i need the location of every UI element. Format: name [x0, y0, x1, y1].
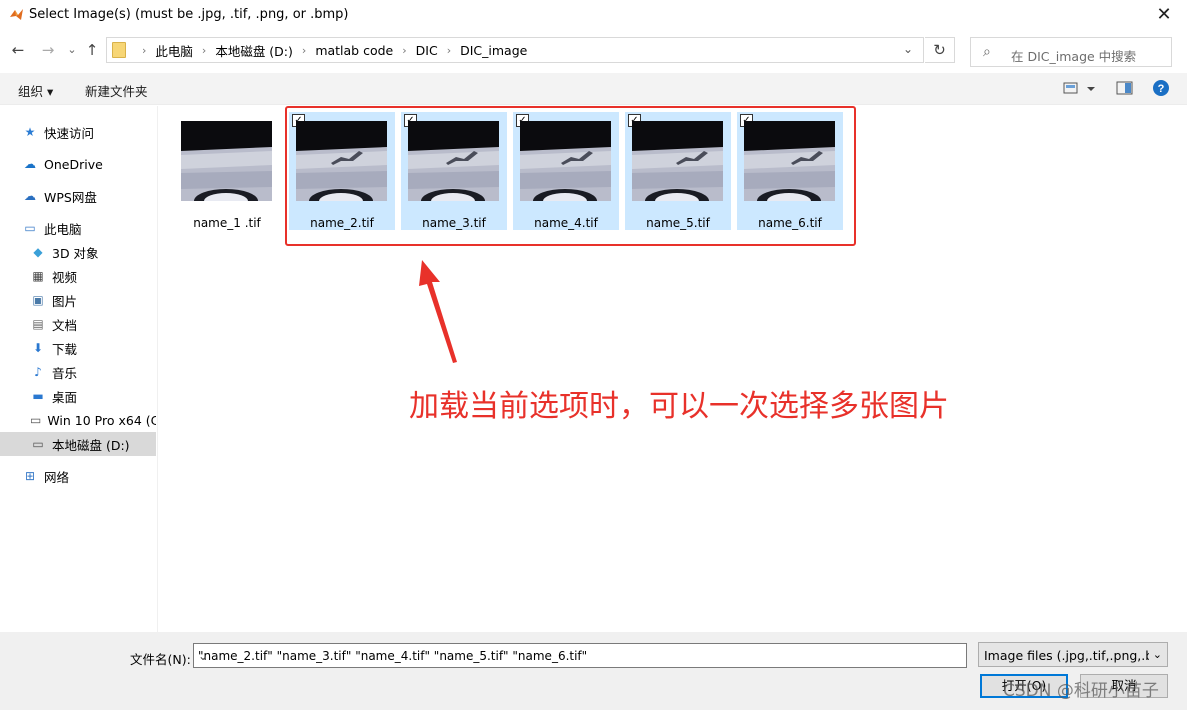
- search-icon: ⌕: [983, 44, 991, 60]
- folder-icon: [112, 42, 126, 58]
- view-options-icon[interactable]: [1062, 79, 1098, 100]
- sidebar-item-drive-d[interactable]: ▭ 本地磁盘 (D:): [0, 432, 156, 456]
- new-folder-button[interactable]: 新建文件夹: [85, 81, 148, 100]
- download-icon: ⬇: [32, 341, 44, 355]
- chevron-right-icon: ›: [402, 43, 407, 57]
- svg-text:?: ?: [1158, 83, 1165, 95]
- title-bar: Select Image(s) (must be .jpg, .tif, .pn…: [0, 0, 1187, 30]
- chevron-right-icon: ›: [142, 43, 147, 57]
- file-item[interactable]: name_1 .tif: [174, 112, 280, 230]
- file-type-value: Image files (.jpg,.tif,.png,.bm: [984, 648, 1149, 663]
- sidebar-item-label: Win 10 Pro x64 (C: [47, 412, 156, 428]
- picture-icon: ▣: [32, 293, 44, 307]
- organize-menu[interactable]: 组织 ▾: [18, 81, 53, 100]
- sidebar-item-quick-access[interactable]: ★ 快速访问: [22, 120, 178, 144]
- sidebar-item-label: 文档: [52, 317, 78, 333]
- recent-locations-icon[interactable]: ⌄: [62, 40, 82, 60]
- cube-icon: ◆: [33, 245, 43, 259]
- document-icon: ▤: [32, 317, 44, 331]
- refresh-icon[interactable]: ↻: [925, 37, 955, 63]
- watermark: CSDN @科研小苗子: [1003, 681, 1159, 701]
- sidebar-item-label: OneDrive: [44, 156, 103, 172]
- sidebar-item-label: 音乐: [52, 365, 78, 381]
- sidebar-item-wps[interactable]: ☁ WPS网盘: [22, 184, 178, 208]
- music-icon: ♪: [34, 365, 42, 379]
- desktop-icon: ▬: [32, 389, 44, 403]
- sidebar-item-label: 本地磁盘 (D:): [52, 437, 130, 453]
- cloud-icon: ☁: [24, 157, 36, 171]
- filename-input[interactable]: "name_2.tif" "name_3.tif" "name_4.tif" "…: [193, 643, 967, 668]
- file-name-label: name_1 .tif: [193, 216, 261, 230]
- arrow-icon: [419, 260, 457, 363]
- selection-highlight-box: [285, 106, 856, 246]
- computer-icon: ▭: [24, 221, 36, 235]
- sidebar-item-this-pc[interactable]: ▭ 此电脑: [22, 216, 178, 240]
- close-button[interactable]: ✕: [1141, 0, 1187, 30]
- command-bar: 组织 ▾ 新建文件夹 ?: [0, 73, 1187, 105]
- navigation-bar: ← → ⌄ ↑ › 此电脑 › 本地磁盘 (D:) › matlab code …: [0, 34, 1187, 67]
- sidebar-item-label: WPS网盘: [44, 189, 97, 205]
- sidebar-item-label: 桌面: [52, 389, 78, 405]
- chevron-right-icon: ›: [201, 43, 207, 57]
- breadcrumb-item[interactable]: DIC_image: [460, 43, 527, 58]
- matlab-icon: [10, 9, 23, 20]
- sidebar-item-label: 下载: [52, 341, 78, 357]
- image-thumbnail: [181, 121, 272, 213]
- sidebar-item-label: 网络: [44, 469, 70, 485]
- chevron-right-icon: ›: [446, 43, 452, 57]
- forward-icon[interactable]: →: [38, 40, 58, 60]
- chevron-right-icon: ›: [301, 43, 307, 57]
- chevron-down-icon: ⌄: [1152, 648, 1162, 661]
- help-icon[interactable]: ?: [1152, 79, 1170, 100]
- back-icon[interactable]: ←: [8, 40, 28, 60]
- film-icon: ▦: [32, 269, 44, 283]
- navigation-pane: ★ 快速访问 ☁ OneDrive ☁ WPS网盘 ▭ 此电脑 ◆ 3D 对象 …: [0, 106, 158, 632]
- sidebar-item-drive-c[interactable]: ▭ Win 10 Pro x64 (C: [30, 408, 156, 432]
- sidebar-item-label: 此电脑: [44, 221, 82, 237]
- breadcrumb-item[interactable]: 本地磁盘 (D:): [215, 41, 293, 60]
- annotation-text: 加载当前选项时，可以一次选择多张图片: [409, 389, 949, 424]
- file-type-select[interactable]: Image files (.jpg,.tif,.png,.bm ⌄: [978, 642, 1168, 667]
- chevron-down-icon[interactable]: ⌄: [198, 649, 960, 663]
- preview-pane-icon[interactable]: [1116, 79, 1134, 100]
- drive-icon: ▭: [32, 437, 44, 451]
- sidebar-item-onedrive[interactable]: ☁ OneDrive: [22, 152, 178, 176]
- breadcrumb: › 此电脑 › 本地磁盘 (D:) › matlab code › DIC › …: [133, 38, 527, 62]
- filename-label: 文件名(N):: [130, 652, 191, 667]
- window-title: Select Image(s) (must be .jpg, .tif, .pn…: [29, 7, 349, 22]
- search-input[interactable]: ⌕ 在 DIC_image 中搜索: [970, 37, 1172, 67]
- sidebar-item-label: 图片: [52, 293, 78, 309]
- search-placeholder: 在 DIC_image 中搜索: [1011, 49, 1137, 64]
- sidebar-item-label: 3D 对象: [52, 245, 99, 261]
- sidebar-item-label: 快速访问: [44, 125, 95, 141]
- up-icon[interactable]: ↑: [82, 40, 102, 60]
- breadcrumb-item[interactable]: 此电脑: [155, 41, 193, 60]
- cloud-icon: ☁: [24, 189, 36, 203]
- sidebar-item-network[interactable]: ⊞ 网络: [22, 464, 178, 488]
- chevron-down-icon[interactable]: ⌄: [903, 42, 913, 56]
- sidebar-item-label: 视频: [52, 269, 78, 285]
- drive-icon: ▭: [30, 413, 42, 427]
- network-icon: ⊞: [24, 469, 36, 483]
- breadcrumb-item[interactable]: DIC: [416, 43, 438, 58]
- breadcrumb-item[interactable]: matlab code: [315, 43, 393, 58]
- star-icon: ★: [24, 125, 36, 139]
- address-bar[interactable]: › 此电脑 › 本地磁盘 (D:) › matlab code › DIC › …: [106, 37, 924, 63]
